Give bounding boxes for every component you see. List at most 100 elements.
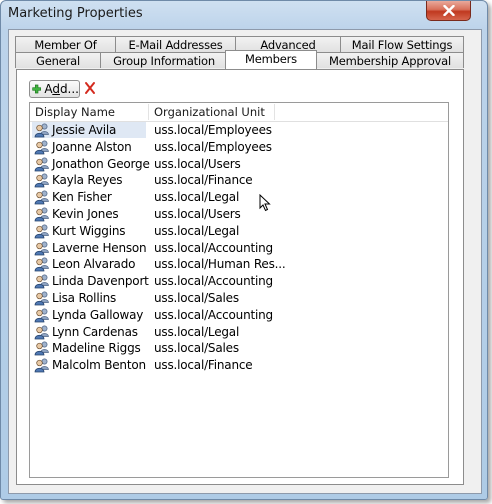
group-user-icon [34, 139, 50, 155]
table-row[interactable]: Laverne Henson uss.local/Accounting [30, 240, 448, 256]
member-display-name: Lisa Rollins [52, 291, 117, 305]
table-row[interactable]: Lynda Galloway uss.local/Accounting [30, 307, 448, 323]
tab-label: Mail Flow Settings [351, 38, 453, 52]
column-separator[interactable] [274, 104, 275, 120]
row-name-cell: Ken Fisher [32, 189, 146, 205]
row-name-cell: Jessie Avila [32, 122, 146, 138]
row-name-cell: Kurt Wiggins [32, 223, 146, 239]
group-user-icon [34, 172, 50, 188]
group-user-icon [34, 290, 50, 306]
member-organizational-unit: uss.local/Users [154, 207, 241, 221]
tab-label: E-Mail Addresses [128, 38, 223, 52]
member-organizational-unit: uss.local/Legal [154, 190, 240, 205]
table-row[interactable]: Kevin Jones uss.local/Users [30, 206, 448, 222]
member-organizational-unit: uss.local/Accounting [154, 240, 273, 255]
tab-member-of[interactable]: Member Of [15, 36, 116, 52]
member-display-name: Ken Fisher [52, 190, 112, 205]
close-icon [442, 5, 455, 16]
group-user-icon [34, 340, 50, 356]
add-button[interactable]: Add... [29, 80, 80, 98]
member-display-name: Jessie Avila [52, 123, 117, 137]
table-row[interactable]: Joanne Alston uss.local/Employees [30, 139, 448, 155]
add-button-label: Add... [44, 82, 79, 96]
tab-label: Group Information [113, 54, 215, 68]
table-row[interactable]: Ken Fisher uss.local/Legal [30, 189, 448, 205]
window-title: Marketing Properties [8, 6, 143, 21]
member-display-name: Kevin Jones [52, 207, 119, 221]
member-display-name: Linda Davenport [52, 274, 149, 289]
tab-members[interactable]: Members [225, 50, 317, 69]
member-display-name: Laverne Henson [52, 240, 147, 255]
close-button[interactable] [426, 1, 471, 21]
row-name-cell: Kayla Reyes [32, 172, 146, 188]
table-row[interactable]: Jessie Avila uss.local/Employees [30, 122, 448, 138]
table-row[interactable]: Linda Davenport uss.local/Accounting [30, 273, 448, 289]
group-user-icon [34, 357, 50, 373]
member-display-name: Jonathon George [52, 156, 150, 171]
member-organizational-unit: uss.local/Finance [154, 358, 253, 373]
add-label-part: d... [59, 82, 79, 96]
tab-mail-flow-settings[interactable]: Mail Flow Settings [340, 36, 464, 52]
member-display-name: Kurt Wiggins [52, 223, 126, 238]
member-organizational-unit: uss.local/Employees [154, 139, 272, 154]
group-user-icon [34, 189, 50, 205]
tab-label: Members [245, 52, 297, 66]
group-user-icon [34, 156, 50, 172]
member-display-name: Joanne Alston [52, 139, 132, 154]
table-row[interactable]: Madeline Riggs uss.local/Sales [30, 340, 448, 356]
tab-membership-approval[interactable]: Membership Approval [316, 52, 464, 68]
row-name-cell: Kevin Jones [32, 206, 146, 222]
row-name-cell: Lynn Cardenas [32, 324, 146, 340]
table-row[interactable]: Lynn Cardenas uss.local/Legal [30, 324, 448, 340]
member-organizational-unit: uss.local/Accounting [154, 274, 273, 289]
group-user-icon [34, 240, 50, 256]
tab-group-information[interactable]: Group Information [100, 52, 228, 68]
column-header-organizational-unit[interactable]: Organizational Unit [154, 103, 265, 121]
column-separator[interactable] [148, 104, 149, 120]
list-header: Display Name Organizational Unit [30, 103, 448, 122]
member-organizational-unit: uss.local/Finance [154, 173, 253, 188]
tab-label: General [36, 54, 80, 68]
table-row[interactable]: Jonathon George uss.local/Users [30, 156, 448, 172]
members-tab-content: Add... Display Name Organizational Unit … [16, 69, 464, 485]
column-header-display-name[interactable]: Display Name [35, 103, 115, 121]
row-name-cell: Linda Davenport [32, 273, 149, 289]
member-organizational-unit: uss.local/Human Res... [154, 257, 286, 272]
member-organizational-unit: uss.local/Accounting [154, 307, 273, 322]
table-row[interactable]: Malcolm Benton uss.local/Finance [30, 357, 448, 373]
member-organizational-unit: uss.local/Sales [154, 341, 239, 356]
table-row[interactable]: Kayla Reyes uss.local/Finance [30, 172, 448, 188]
row-name-cell: Jonathon George [32, 156, 150, 172]
remove-x-icon[interactable] [83, 81, 97, 95]
member-display-name: Lynn Cardenas [52, 324, 138, 339]
tab-general[interactable]: General [15, 52, 101, 68]
member-display-name: Leon Alvarado [52, 257, 136, 272]
member-display-name: Malcolm Benton [52, 358, 146, 373]
tab-email-addresses[interactable]: E-Mail Addresses [115, 36, 236, 52]
mouse-cursor-icon [259, 194, 271, 212]
dialog-window: Marketing Properties Member Of E-Mail Ad… [0, 0, 488, 500]
member-display-name: Lynda Galloway [52, 307, 144, 322]
row-name-cell: Malcolm Benton [32, 357, 146, 373]
row-name-cell: Lisa Rollins [32, 290, 146, 306]
row-name-cell: Lynda Galloway [32, 307, 146, 323]
tab-label: Membership Approval [329, 54, 451, 68]
member-organizational-unit: uss.local/Legal [154, 324, 240, 339]
members-list[interactable]: Display Name Organizational Unit Jessie … [29, 102, 449, 478]
row-name-cell: Laverne Henson [32, 240, 147, 256]
group-user-icon [34, 307, 50, 323]
row-name-cell: Joanne Alston [32, 139, 146, 155]
table-row[interactable]: Kurt Wiggins uss.local/Legal [30, 223, 448, 239]
member-display-name: Kayla Reyes [52, 173, 123, 188]
row-name-cell: Madeline Riggs [32, 340, 146, 356]
add-label-mnemonic: d [52, 82, 60, 96]
group-user-icon [34, 122, 50, 138]
member-display-name: Madeline Riggs [52, 341, 141, 356]
group-user-icon [34, 273, 50, 289]
table-row[interactable]: Lisa Rollins uss.local/Sales [30, 290, 448, 306]
group-user-icon [34, 324, 50, 340]
table-row[interactable]: Leon Alvarado uss.local/Human Res... [30, 256, 448, 272]
group-user-icon [34, 223, 50, 239]
member-organizational-unit: uss.local/Sales [154, 291, 239, 305]
group-user-icon [34, 206, 50, 222]
